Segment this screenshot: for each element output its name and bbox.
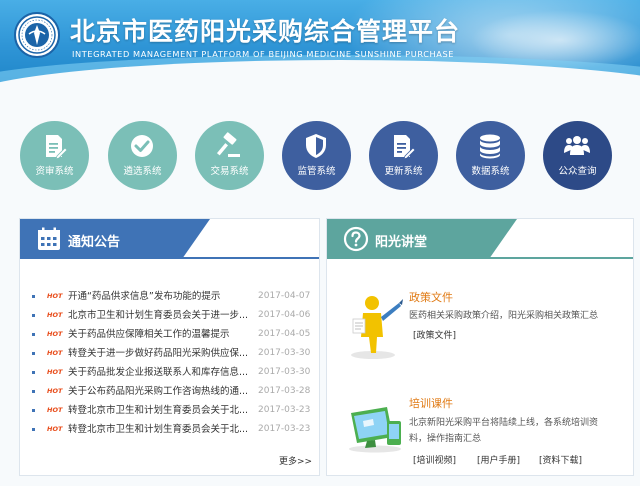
database-icon (480, 134, 500, 159)
notice-link[interactable]: 关于药品供应保障相关工作的温馨提示 (68, 325, 264, 344)
nav-label: 监管系统 (297, 166, 336, 177)
bullet (32, 371, 35, 374)
nav-label: 公众查询 (558, 166, 597, 177)
platform-logo[interactable] (14, 12, 60, 58)
notice-link[interactable]: 转登关于进一步做好药品阳光采购供应保... (68, 344, 264, 363)
bullet (32, 295, 35, 298)
bullet (32, 428, 35, 431)
notice-link[interactable]: 转登北京市卫生和计划生育委员会关于北... (68, 420, 264, 439)
training-heading[interactable]: 培训课件 (409, 395, 453, 411)
list-item[interactable]: HOT 北京市卫生和计划生育委员会关于进一步... 2017-04-06 (30, 306, 315, 325)
hot-badge: HOT (47, 311, 63, 319)
notice-date: 2017-04-07 (258, 291, 311, 301)
notice-date: 2017-04-05 (258, 329, 311, 339)
notice-date: 2017-03-30 (258, 367, 311, 377)
hot-badge: HOT (47, 349, 63, 357)
emblem-icon (18, 16, 56, 54)
hot-badge: HOT (47, 292, 63, 300)
nav-supervision[interactable]: 监管系统 (282, 121, 351, 190)
list-item[interactable]: HOT 关于药品供应保障相关工作的温馨提示 2017-04-05 (30, 325, 315, 344)
nav-update[interactable]: 更新系统 (369, 121, 438, 190)
notice-date: 2017-03-23 (258, 405, 311, 415)
site-title: 北京市医药阳光采购综合管理平台 (70, 17, 461, 46)
list-item[interactable]: HOT 转登关于进一步做好药品阳光采购供应保... 2017-03-30 (30, 344, 315, 363)
gavel-icon (216, 132, 240, 157)
notice-link[interactable]: 转登北京市卫生和计划生育委员会关于北... (68, 401, 264, 420)
nav-label: 交易系统 (210, 166, 249, 177)
list-item[interactable]: HOT 关于公布药品阳光采购工作咨询热线的通... 2017-03-28 (30, 382, 315, 401)
notice-panel: 通知公告 HOT 开通“药品供求信息”发布功能的提示 2017-04-07 HO… (19, 218, 320, 476)
lecture-panel-header: 阳光讲堂 (327, 219, 633, 259)
site-header: 北京市医药阳光采购综合管理平台 INTEGRATED MANAGEMENT PL… (0, 0, 640, 84)
notice-date: 2017-03-23 (258, 424, 311, 434)
policy-link[interactable]: [政策文件] (413, 328, 456, 341)
calendar-icon (38, 227, 60, 250)
lecture-tab[interactable]: 阳光讲堂 (327, 219, 517, 259)
hot-badge: HOT (47, 330, 63, 338)
notice-date: 2017-04-06 (258, 310, 311, 320)
users-icon (564, 136, 590, 155)
site-subtitle: INTEGRATED MANAGEMENT PLATFORM OF BEIJIN… (72, 49, 455, 59)
hot-badge: HOT (47, 387, 63, 395)
user-manual-link[interactable]: [用户手册] (477, 453, 520, 466)
policy-description: 医药相关采购政策介绍，阳光采购相关政策汇总 (409, 311, 599, 321)
notice-list: HOT 开通“药品供求信息”发布功能的提示 2017-04-07 HOT 北京市… (30, 287, 315, 439)
nav-selection[interactable]: 遴选系统 (108, 121, 177, 190)
bullet (32, 314, 35, 317)
nav-trading[interactable]: 交易系统 (195, 121, 264, 190)
notice-tab[interactable]: 通知公告 (20, 219, 210, 259)
notice-link[interactable]: 关于药品批发企业报送联系人和库存信息... (68, 363, 264, 382)
lecture-panel: 阳光讲堂 政策文件 医药相关采购政策介绍，阳光采购相关政策汇总 [政策文件] 培… (326, 218, 634, 476)
bullet (32, 409, 35, 412)
check-circle-icon (131, 135, 153, 157)
list-item[interactable]: HOT 转登北京市卫生和计划生育委员会关于北... 2017-03-23 (30, 420, 315, 439)
notice-link[interactable]: 北京市卫生和计划生育委员会关于进一步... (68, 306, 264, 325)
notice-link[interactable]: 开通“药品供求信息”发布功能的提示 (68, 287, 264, 306)
notice-link[interactable]: 关于公布药品阳光采购工作咨询热线的通... (68, 382, 264, 401)
lecture-title: 阳光讲堂 (375, 235, 428, 250)
nav-label: 资审系统 (35, 166, 74, 177)
training-monitor-icon (349, 407, 401, 453)
bullet (32, 390, 35, 393)
training-video-link[interactable]: [培训视频] (413, 453, 456, 466)
training-description: 北京新阳光采购平台将陆续上线，各系统培训资料，操作指南汇总 (409, 418, 599, 444)
question-circle-icon (343, 226, 369, 252)
notice-title: 通知公告 (68, 235, 121, 250)
shield-icon (306, 134, 326, 158)
list-item[interactable]: HOT 关于药品批发企业报送联系人和库存信息... 2017-03-30 (30, 363, 315, 382)
document-pen-icon (394, 135, 416, 160)
nav-data[interactable]: 数据系统 (456, 121, 525, 190)
nav-label: 数据系统 (471, 166, 510, 177)
notice-date: 2017-03-28 (258, 386, 311, 396)
nav-label: 更新系统 (384, 166, 423, 177)
policy-figure-icon (351, 296, 403, 359)
hot-badge: HOT (47, 425, 63, 433)
bullet (32, 333, 35, 336)
nav-qualification-review[interactable]: 资审系统 (20, 121, 89, 190)
nav-public-query[interactable]: 公众查询 (543, 121, 612, 190)
list-item[interactable]: HOT 开通“药品供求信息”发布功能的提示 2017-04-07 (30, 287, 315, 306)
bullet (32, 352, 35, 355)
document-edit-icon (46, 135, 68, 160)
list-item[interactable]: HOT 转登北京市卫生和计划生育委员会关于北... 2017-03-23 (30, 401, 315, 420)
policy-heading[interactable]: 政策文件 (409, 289, 453, 305)
nav-label: 遴选系统 (123, 166, 162, 177)
material-download-link[interactable]: [资料下载] (539, 453, 582, 466)
more-link[interactable]: 更多>> (279, 454, 312, 467)
hot-badge: HOT (47, 368, 63, 376)
notice-date: 2017-03-30 (258, 348, 311, 358)
hot-badge: HOT (47, 406, 63, 414)
notice-panel-header: 通知公告 (20, 219, 319, 259)
